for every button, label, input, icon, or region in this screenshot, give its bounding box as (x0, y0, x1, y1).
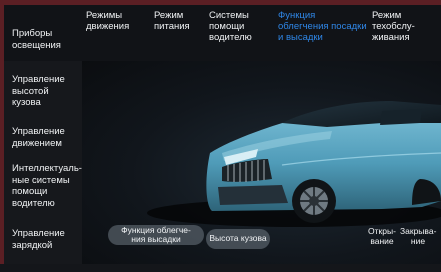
close-button[interactable]: Закрыва- ние (400, 226, 436, 246)
tab-driving-modes[interactable]: Режимы движения (86, 10, 129, 32)
sidebar-item-lighting[interactable]: Приборы освещения (12, 28, 61, 51)
tab-driver-assist[interactable]: Системы помощи водителю (209, 10, 252, 43)
top-tab-bar: Режимы движения Режим питания Системы по… (4, 5, 441, 61)
tab-entry-exit-assist[interactable]: Функция облегчения посадки и высадки (278, 10, 367, 43)
entry-exit-assist-button[interactable]: Функция облегче- ния высадки (108, 225, 204, 245)
sidebar-item-body-height[interactable]: Управление высотой кузова (12, 74, 65, 109)
tab-power-mode[interactable]: Режим питания (154, 10, 190, 32)
car-settings-screen: Режимы движения Режим питания Системы по… (0, 0, 441, 272)
sidebar-item-driving-control[interactable]: Управление движением (12, 126, 65, 149)
body-height-button[interactable]: Высота кузова (206, 229, 270, 249)
sidebar-item-charging[interactable]: Управление зарядкой (12, 228, 65, 251)
frame-bottom (0, 264, 441, 272)
tab-service-mode[interactable]: Режим техобслу- живания (372, 10, 415, 43)
main-panel: Функция облегче- ния высадки Высота кузо… (82, 61, 441, 264)
sidebar-item-intelligent-assist[interactable]: Интеллектуаль- ные системы помощи водите… (12, 163, 82, 209)
open-button[interactable]: Откры- вание (365, 226, 399, 246)
